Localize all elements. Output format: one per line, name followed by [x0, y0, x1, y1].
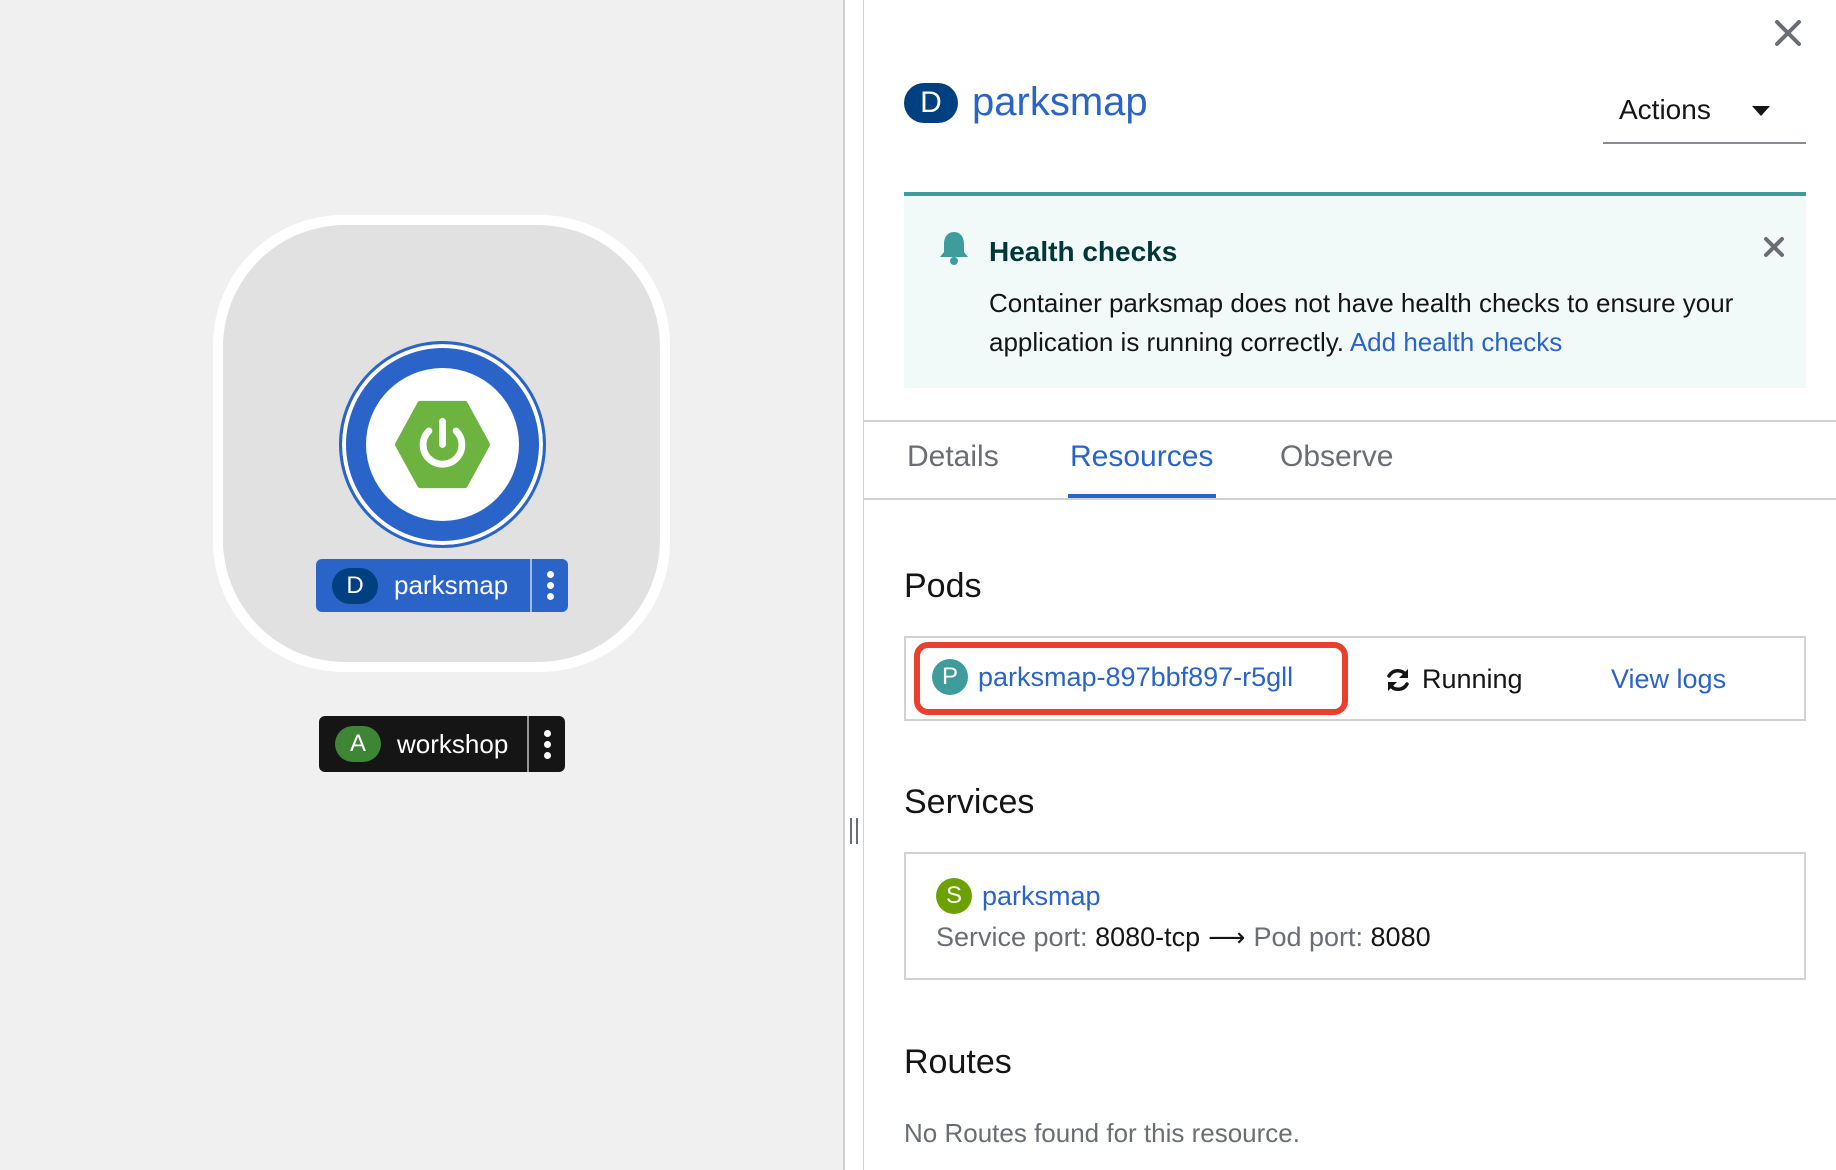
pod-badge: P — [932, 659, 968, 695]
panel-title: D parksmap — [904, 80, 1148, 125]
power-hexagon-icon — [394, 400, 491, 489]
service-badge: S — [936, 878, 972, 914]
service-port-value: 8080-tcp — [1095, 922, 1201, 952]
active-tab-indicator — [1068, 494, 1216, 498]
side-panel: D parksmap Actions Health checks Contain… — [863, 0, 1836, 1170]
tab-details[interactable]: Details — [907, 440, 999, 474]
deployment-node[interactable] — [339, 341, 546, 548]
deployment-badge: D — [332, 567, 378, 604]
add-health-checks-link[interactable]: Add health checks — [1350, 327, 1562, 357]
deployment-node-label[interactable]: D parksmap — [316, 559, 568, 612]
pod-row: P parksmap-897bbf897-r5gll Running View … — [904, 636, 1806, 721]
pod-status-text: Running — [1422, 664, 1523, 694]
pod-port-value: 8080 — [1370, 922, 1431, 952]
sync-icon — [1387, 668, 1409, 691]
panel-tabs: Details Resources Observe — [864, 420, 1836, 500]
close-panel-icon[interactable] — [1769, 14, 1807, 52]
deployment-node-name: parksmap — [394, 570, 509, 600]
application-group-name: workshop — [397, 728, 509, 759]
title-resource-name[interactable]: parksmap — [972, 80, 1148, 125]
pod-port-label: Pod port: — [1253, 922, 1364, 952]
services-heading: Services — [904, 783, 1035, 821]
pod-status: Running — [1384, 664, 1523, 695]
bell-icon — [940, 232, 968, 265]
service-ports: Service port: 8080-tcp ⟶ Pod port: 8080 — [936, 922, 1431, 953]
view-logs-link[interactable]: View logs — [1611, 664, 1726, 695]
alert-title: Health checks — [989, 236, 1178, 267]
health-checks-alert: Health checks Container parksmap does no… — [904, 192, 1806, 388]
service-name: parksmap — [982, 880, 1101, 911]
service-link[interactable]: S parksmap — [936, 878, 1101, 914]
no-routes-message: No Routes found for this resource. — [904, 1118, 1300, 1148]
deployment-node-core — [366, 368, 519, 521]
pod-link[interactable]: P parksmap-897bbf897-r5gll — [932, 659, 1293, 695]
alert-body: Container parksmap does not have health … — [989, 284, 1779, 362]
pod-name: parksmap-897bbf897-r5gll — [978, 661, 1294, 692]
routes-heading: Routes — [904, 1043, 1012, 1081]
service-port-label: Service port: — [936, 922, 1088, 952]
tab-observe[interactable]: Observe — [1280, 440, 1393, 474]
tab-resources[interactable]: Resources — [1070, 440, 1213, 474]
service-row: S parksmap Service port: 8080-tcp ⟶ Pod … — [904, 852, 1806, 980]
pods-heading: Pods — [904, 567, 982, 605]
panel-resize-handle[interactable] — [850, 818, 858, 844]
close-alert-icon[interactable] — [1761, 234, 1787, 260]
long-arrow-right-icon: ⟶ — [1208, 922, 1246, 952]
actions-label: Actions — [1619, 94, 1711, 125]
application-group-label[interactable]: A workshop — [319, 716, 565, 772]
caret-down-icon — [1752, 106, 1770, 116]
application-kebab-icon[interactable] — [527, 716, 565, 772]
application-badge: A — [335, 726, 381, 762]
title-deployment-badge: D — [904, 82, 958, 123]
topology-canvas[interactable]: D parksmap A workshop — [0, 0, 858, 1170]
deployment-kebab-icon[interactable] — [530, 559, 568, 612]
actions-dropdown[interactable]: Actions — [1603, 78, 1806, 144]
